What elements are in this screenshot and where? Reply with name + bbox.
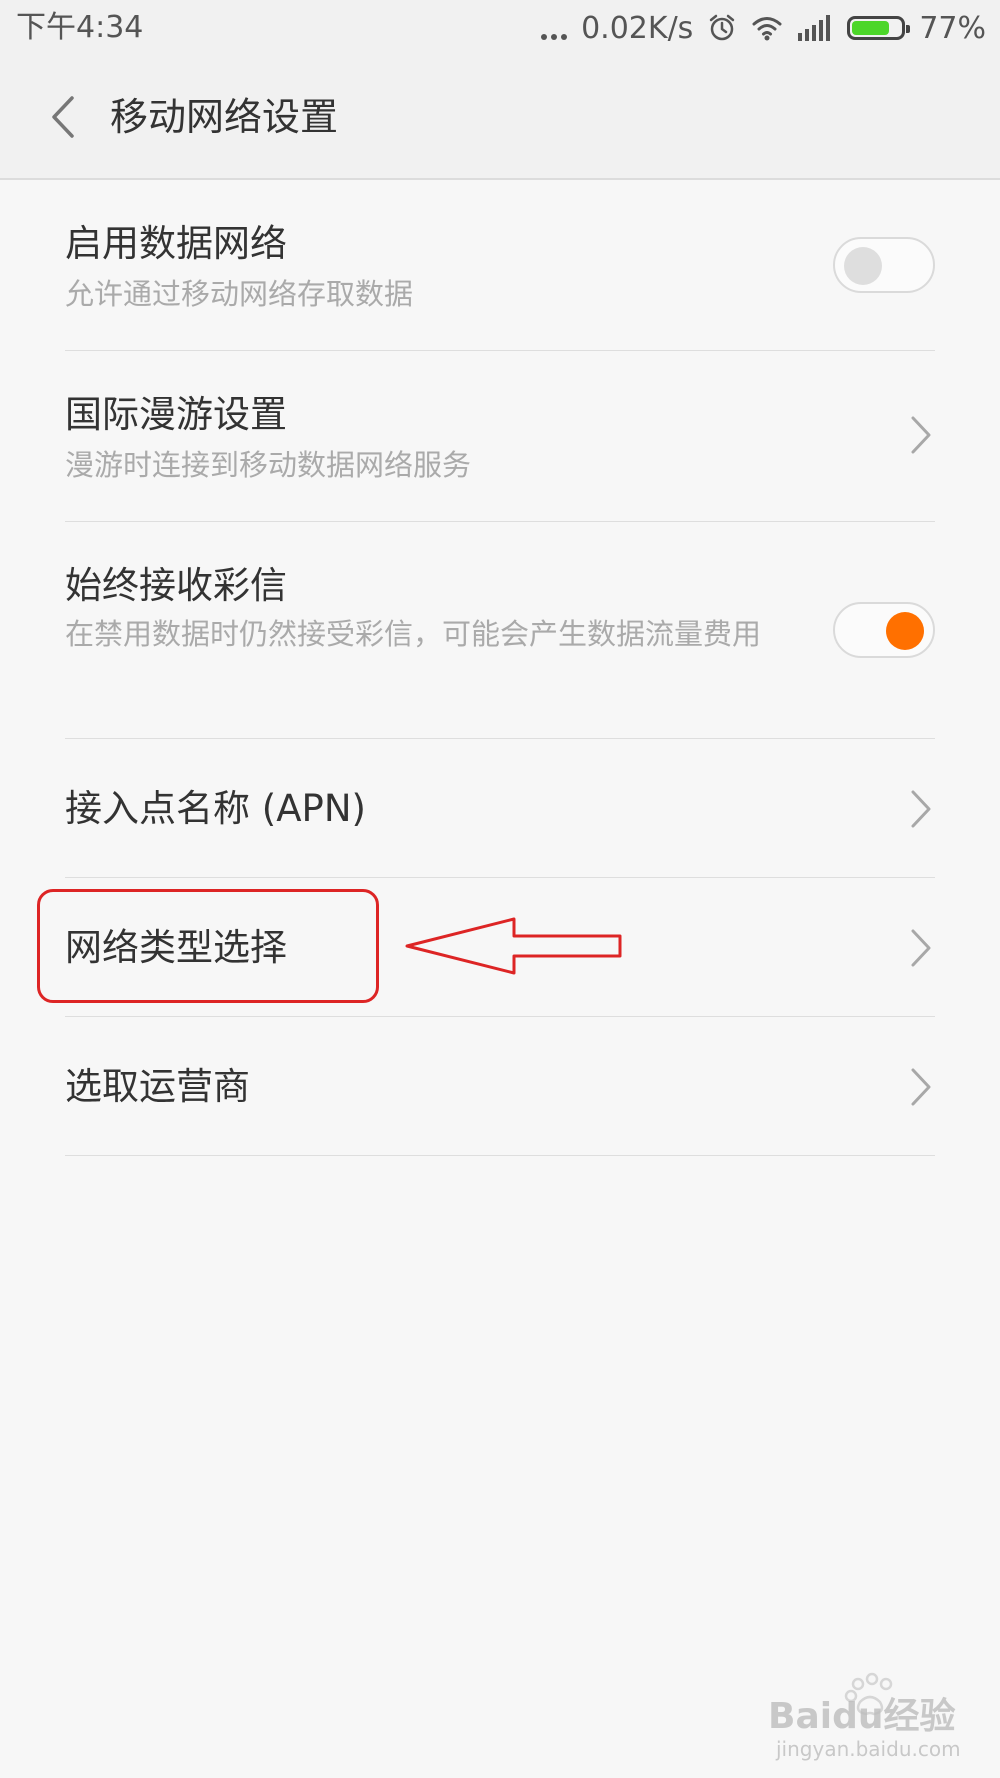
setting-title: 接入点名称 (APN) — [65, 787, 366, 830]
chevron-right-icon — [911, 790, 931, 828]
alarm-clock-icon — [710, 14, 735, 41]
chevron-right-icon — [911, 416, 931, 454]
setting-always-receive-mms[interactable]: 始终接收彩信 在禁用数据时仍然接受彩信，可能会产生数据流量费用 — [65, 522, 935, 739]
watermark-url: jingyan.baidu.com — [775, 1737, 961, 1761]
annotation-highlight-box — [37, 889, 379, 1003]
baidu-jingyan-watermark: Baidu经验 jingyan.baidu.com — [768, 1672, 961, 1761]
annotation-arrow-icon — [405, 917, 622, 975]
signal-icon — [798, 15, 831, 41]
chevron-right-icon — [911, 1068, 931, 1106]
title-bar: 移动网络设置 — [0, 56, 1000, 180]
page-title: 移动网络设置 — [110, 95, 339, 139]
setting-apn[interactable]: 接入点名称 (APN) — [65, 739, 935, 878]
status-time: 下午4:34 — [16, 10, 144, 45]
setting-title: 国际漫游设置 — [65, 393, 287, 436]
setting-title: 启用数据网络 — [65, 222, 287, 265]
setting-subtitle: 漫游时连接到移动数据网络服务 — [65, 448, 472, 482]
status-bar: 下午4:34 0.02K/s 77% — [0, 0, 1000, 56]
battery-percent: 77% — [919, 10, 986, 46]
battery-icon — [847, 16, 911, 40]
setting-subtitle: 在禁用数据时仍然接受彩信，可能会产生数据流量费用 — [65, 617, 762, 651]
watermark-brand: Baidu经验 — [768, 1696, 955, 1737]
toggle-knob — [886, 612, 924, 650]
chevron-right-icon — [911, 929, 931, 967]
back-arrow-icon[interactable] — [40, 92, 90, 142]
setting-select-carrier[interactable]: 选取运营商 — [65, 1017, 935, 1156]
setting-subtitle: 允许通过移动网络存取数据 — [65, 277, 414, 311]
status-icons: 0.02K/s 77% — [523, 8, 986, 48]
more-dots-icon — [537, 16, 568, 40]
setting-title: 始终接收彩信 — [65, 564, 287, 607]
mms-toggle[interactable] — [833, 602, 935, 658]
setting-international-roaming[interactable]: 国际漫游设置 漫游时连接到移动数据网络服务 — [65, 351, 935, 522]
network-speed: 0.02K/s — [581, 10, 694, 46]
wifi-icon — [752, 17, 782, 41]
setting-enable-data-network[interactable]: 启用数据网络 允许通过移动网络存取数据 — [65, 180, 935, 351]
data-network-toggle[interactable] — [833, 237, 935, 293]
toggle-knob — [844, 247, 882, 285]
setting-title: 选取运营商 — [65, 1065, 250, 1108]
